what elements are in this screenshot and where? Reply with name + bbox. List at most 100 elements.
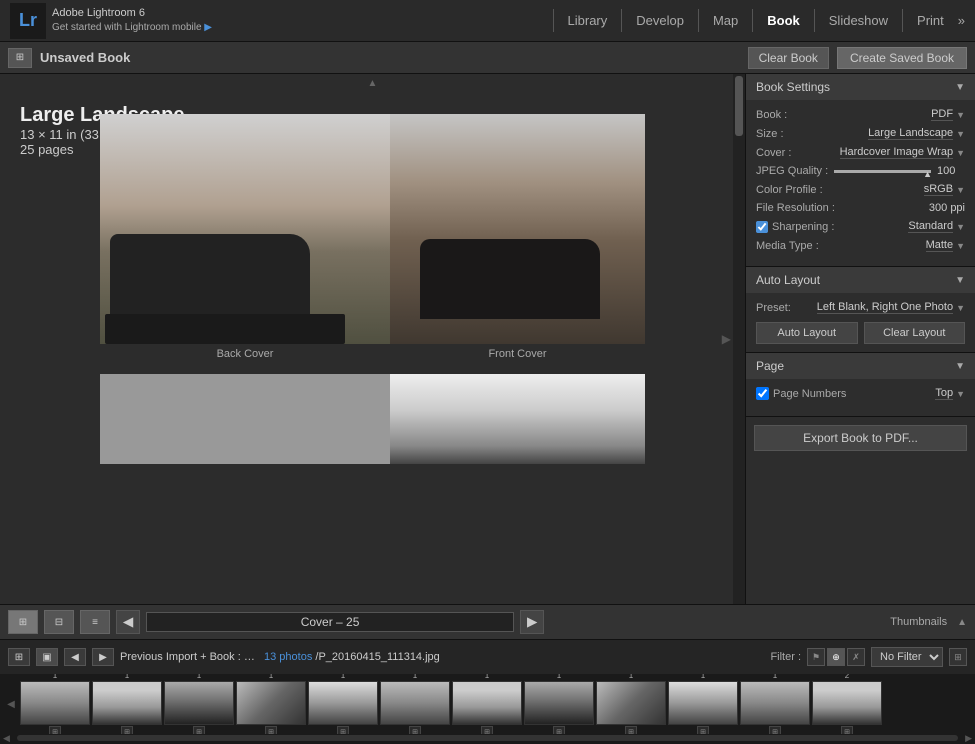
prev-page-btn[interactable]: ◀ xyxy=(116,610,140,634)
thumb-img-8[interactable] xyxy=(596,681,666,725)
grid-view-icon[interactable]: ⊞ xyxy=(8,48,32,68)
thumb-img-2[interactable] xyxy=(164,681,234,725)
thumb-item-8[interactable]: 1 ⊞ xyxy=(596,674,666,734)
thumb-item-1[interactable]: 1 ⊞ xyxy=(92,674,162,734)
view-multi-btn[interactable]: ≡ xyxy=(80,610,110,634)
thumb-item-4[interactable]: 1 ⊞ xyxy=(308,674,378,734)
bottom-scroll-right[interactable]: ▶ xyxy=(962,733,975,744)
thumb-img-11[interactable] xyxy=(812,681,882,725)
filmstrip-nav-prev[interactable]: ◀ xyxy=(64,648,86,666)
thumb-item-0[interactable]: 1 ⊞ xyxy=(20,674,90,734)
thumb-img-1[interactable] xyxy=(92,681,162,725)
front-cover[interactable]: Front Cover xyxy=(390,114,645,360)
thumbnails-toggle[interactable]: Thumbnails xyxy=(890,616,947,628)
front-cover-image[interactable] xyxy=(390,114,645,344)
previous-import-label[interactable]: Previous Import xyxy=(120,651,197,663)
flag-rejected[interactable]: ✗ xyxy=(847,648,865,666)
thumb-badge-6[interactable]: ⊞ xyxy=(481,726,493,735)
filmstrip-view-single[interactable]: ▣ xyxy=(36,648,58,666)
tab-map[interactable]: Map xyxy=(699,9,753,32)
size-value[interactable]: Large Landscape ▼ xyxy=(868,127,965,140)
thumb-item-6[interactable]: 1 ⊞ xyxy=(452,674,522,734)
export-book-button[interactable]: Export Book to PDF... xyxy=(754,425,967,451)
flag-neutral[interactable]: ⊕ xyxy=(827,648,845,666)
next-page-btn[interactable]: ▶ xyxy=(520,610,544,634)
auto-layout-header[interactable]: Auto Layout ▼ xyxy=(746,267,975,293)
filmstrip-grid-toggle[interactable]: ⊞ xyxy=(949,648,967,666)
mobile-link[interactable]: ▶ xyxy=(204,22,212,33)
thumb-item-9[interactable]: 1 ⊞ xyxy=(668,674,738,734)
scroll-thumb[interactable] xyxy=(735,76,743,136)
clear-book-button[interactable]: Clear Book xyxy=(748,47,829,69)
interior-left-page[interactable] xyxy=(100,374,390,464)
thumb-img-9[interactable] xyxy=(668,681,738,725)
jpeg-quality-slider[interactable]: ▲ xyxy=(834,170,931,173)
thumb-item-3[interactable]: 1 ⊞ xyxy=(236,674,306,734)
sharpening-checkbox[interactable] xyxy=(756,221,768,233)
create-saved-book-button[interactable]: Create Saved Book xyxy=(837,47,967,69)
file-resolution-value: 300 ppi xyxy=(929,202,965,214)
tab-slideshow[interactable]: Slideshow xyxy=(815,9,903,32)
thumb-item-11[interactable]: 2 ⊞ xyxy=(812,674,882,734)
flag-picked[interactable]: ⚑ xyxy=(807,648,825,666)
thumb-img-5[interactable] xyxy=(380,681,450,725)
view-single-btn[interactable]: ⊞ xyxy=(8,610,38,634)
no-filter-select[interactable]: No Filter xyxy=(871,647,943,667)
thumb-badge-2[interactable]: ⊞ xyxy=(193,726,205,735)
thumb-badge-11[interactable]: ⊞ xyxy=(841,726,853,735)
thumb-icons-9: ⊞ xyxy=(697,726,709,735)
auto-layout-button[interactable]: Auto Layout xyxy=(756,322,858,344)
media-type-value[interactable]: Matte ▼ xyxy=(926,239,965,252)
canvas-scrollbar[interactable] xyxy=(733,74,745,604)
thumb-badge-1[interactable]: ⊞ xyxy=(121,726,133,735)
thumb-img-6[interactable] xyxy=(452,681,522,725)
interior-right-photo xyxy=(390,374,645,464)
thumb-badge-3[interactable]: ⊞ xyxy=(265,726,277,735)
thumb-img-4[interactable] xyxy=(308,681,378,725)
thumb-photo-6 xyxy=(453,682,521,724)
sharpening-value[interactable]: Standard ▼ xyxy=(908,220,965,233)
bottom-scroll-track[interactable] xyxy=(17,735,958,741)
collapse-right-arrow[interactable]: ▶ xyxy=(722,332,731,346)
bottom-scroll-left[interactable]: ◀ xyxy=(0,733,13,744)
filmstrip-view-grid[interactable]: ⊞ xyxy=(8,648,30,666)
thumb-badge-4[interactable]: ⊞ xyxy=(337,726,349,735)
thumb-badge-7[interactable]: ⊞ xyxy=(553,726,565,735)
color-profile-value[interactable]: sRGB ▼ xyxy=(924,183,965,196)
interior-right-page[interactable] xyxy=(390,374,645,464)
thumb-img-7[interactable] xyxy=(524,681,594,725)
preset-value[interactable]: Left Blank, Right One Photo ▼ xyxy=(817,301,965,314)
tab-develop[interactable]: Develop xyxy=(622,9,699,32)
cover-value[interactable]: Hardcover Image Wrap ▼ xyxy=(840,146,965,159)
thumb-badge-0[interactable]: ⊞ xyxy=(49,726,61,735)
page-header[interactable]: Page ▼ xyxy=(746,353,975,379)
thumb-badge-9[interactable]: ⊞ xyxy=(697,726,709,735)
thumb-img-3[interactable] xyxy=(236,681,306,725)
collapse-top-arrow[interactable]: ▲ xyxy=(368,78,378,89)
thumb-item-2[interactable]: 1 ⊞ xyxy=(164,674,234,734)
tab-print[interactable]: Print xyxy=(903,9,958,32)
page-numbers-value[interactable]: Top ▼ xyxy=(935,387,965,400)
thumb-item-5[interactable]: 1 ⊞ xyxy=(380,674,450,734)
thumbnails-expand-icon[interactable]: ▲ xyxy=(957,617,967,628)
filmstrip-collapse-left[interactable]: ◀ xyxy=(4,699,18,710)
app-tagline[interactable]: Get started with Lightroom mobile ▶ xyxy=(52,21,212,35)
thumb-img-10[interactable] xyxy=(740,681,810,725)
back-cover[interactable]: Back Cover xyxy=(100,114,390,360)
clear-layout-button[interactable]: Clear Layout xyxy=(864,322,966,344)
thumb-badge-8[interactable]: ⊞ xyxy=(625,726,637,735)
book-type-value[interactable]: PDF ▼ xyxy=(931,108,965,121)
tab-library[interactable]: Library xyxy=(553,9,623,32)
cover-arrow: ▼ xyxy=(956,148,965,158)
back-cover-image[interactable] xyxy=(100,114,390,344)
thumb-img-0[interactable] xyxy=(20,681,90,725)
view-double-btn[interactable]: ⊟ xyxy=(44,610,74,634)
filmstrip-nav-next[interactable]: ▶ xyxy=(92,648,114,666)
page-numbers-checkbox[interactable] xyxy=(756,387,769,400)
thumb-badge-5[interactable]: ⊞ xyxy=(409,726,421,735)
book-settings-header[interactable]: Book Settings ▼ xyxy=(746,74,975,100)
thumb-badge-10[interactable]: ⊞ xyxy=(769,726,781,735)
tab-book[interactable]: Book xyxy=(753,9,815,32)
thumb-item-7[interactable]: 1 ⊞ xyxy=(524,674,594,734)
thumb-item-10[interactable]: 1 ⊞ xyxy=(740,674,810,734)
